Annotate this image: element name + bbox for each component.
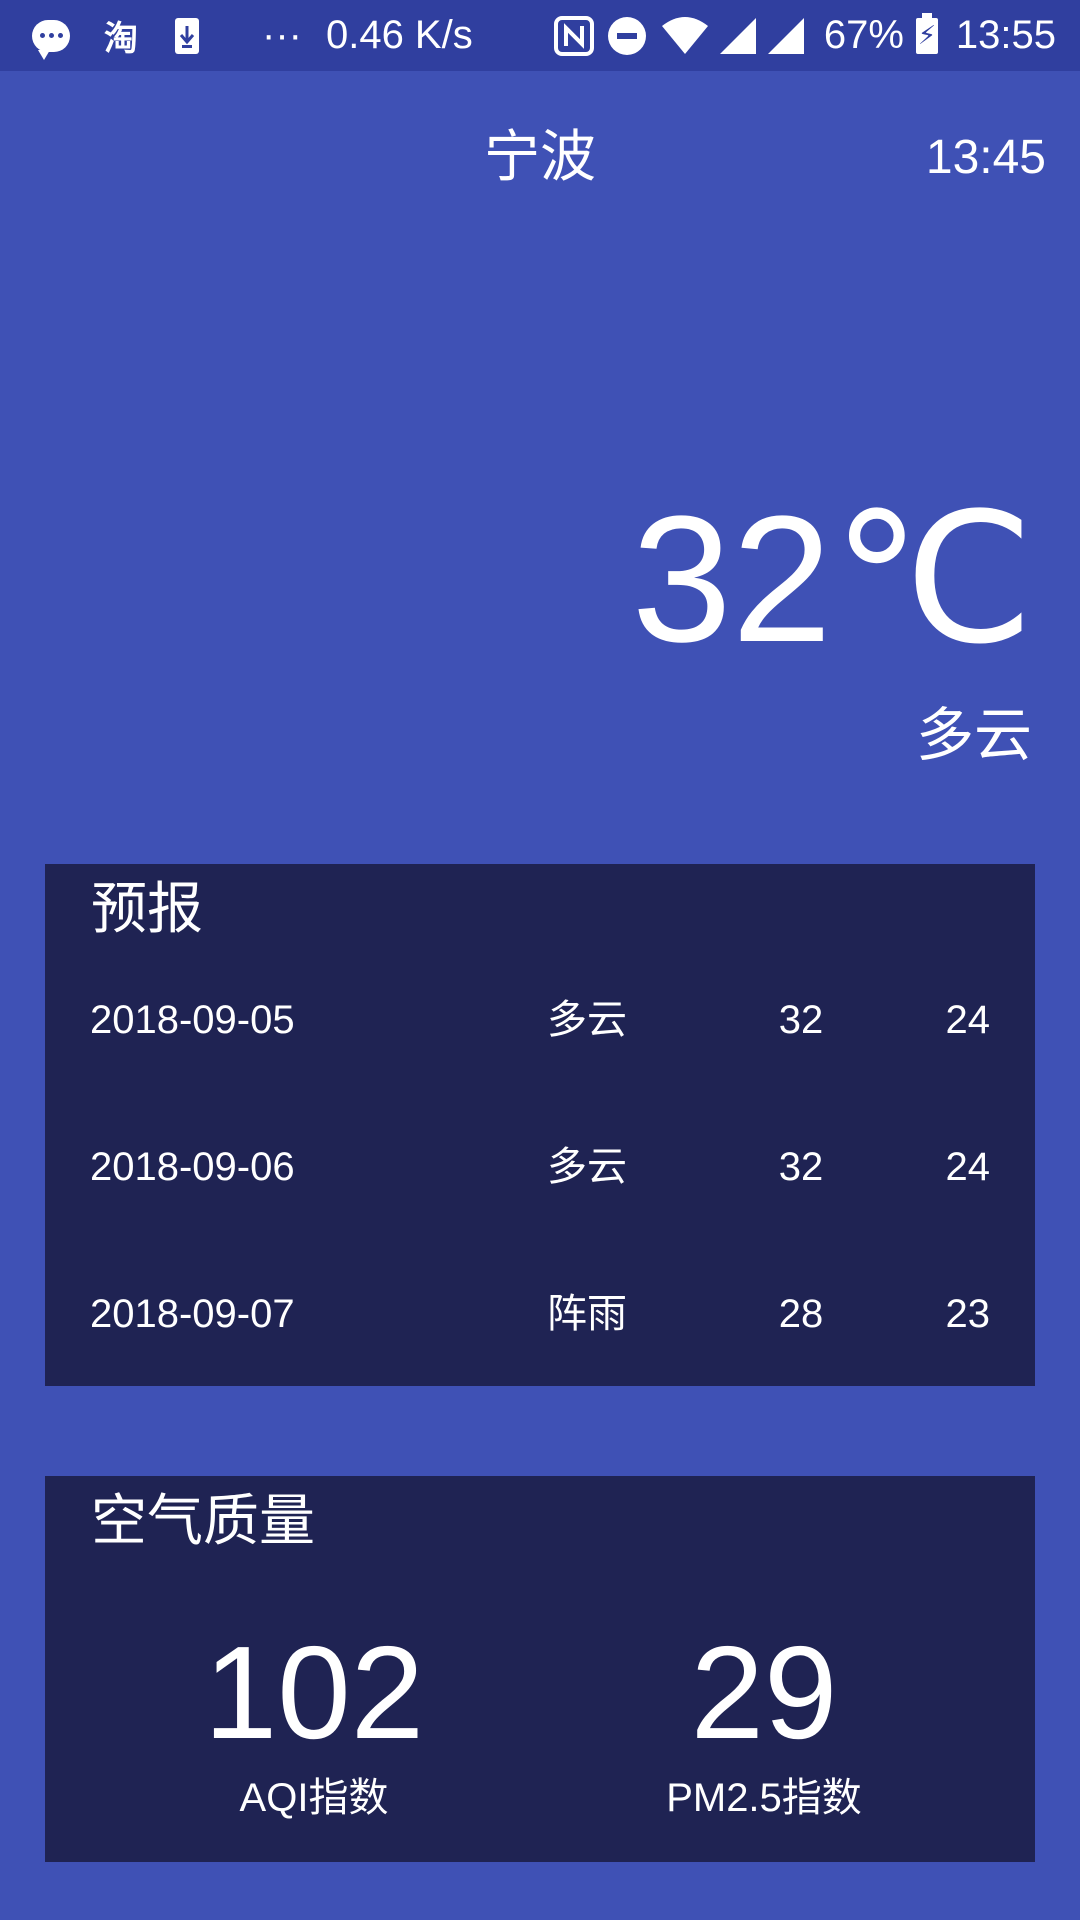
forecast-row: 2018-09-06 多云 32 24 (45, 1127, 1035, 1207)
signal-icon (718, 0, 758, 71)
battery-percent: 67% (823, 13, 904, 57)
current-temperature: 32℃ (631, 479, 1034, 680)
aqi-value: 102 (203, 1619, 425, 1766)
forecast-condition: 多云 (547, 1144, 627, 1190)
forecast-row: 2018-09-07 阵雨 28 23 (45, 1274, 1035, 1354)
status-bar: 淘 ··· 0.46 K/s 67% ⚡ 13:55 (0, 0, 1080, 71)
forecast-min-temp: 24 (945, 998, 991, 1042)
more-notifications-icon: ··· (262, 13, 302, 57)
battery-charging-icon: ⚡ (915, 0, 938, 71)
do-not-disturb-icon (607, 0, 646, 71)
forecast-date: 2018-09-05 (90, 998, 295, 1042)
wifi-icon (660, 0, 710, 71)
status-bar-left: 淘 ··· 0.46 K/s (32, 0, 473, 71)
update-time: 13:45 (925, 131, 1046, 184)
forecast-condition: 阵雨 (547, 1291, 627, 1337)
forecast-title: 预报 (91, 877, 203, 942)
nfc-icon (553, 0, 594, 71)
signal-icon-2 (766, 0, 806, 71)
city-title: 宁波 (484, 125, 596, 190)
forecast-min-temp: 23 (945, 1292, 991, 1336)
status-clock: 13:55 (955, 13, 1056, 57)
forecast-max-temp: 32 (778, 1145, 824, 1189)
forecast-row: 2018-09-05 多云 32 24 (45, 980, 1035, 1060)
forecast-max-temp: 28 (778, 1292, 824, 1336)
download-icon (174, 0, 200, 71)
current-condition: 多云 (915, 701, 1032, 769)
forecast-date: 2018-09-06 (90, 1145, 295, 1189)
taobao-icon: 淘 (104, 19, 138, 59)
pm25-block: 29 PM2.5指数 (564, 1618, 964, 1828)
pm25-value: 29 (690, 1619, 838, 1766)
forecast-condition: 多云 (547, 997, 627, 1043)
forecast-card: 预报 2018-09-05 多云 32 24 2018-09-06 多云 32 … (45, 864, 1035, 1386)
air-quality-title: 空气质量 (91, 1489, 315, 1554)
pm25-label: PM2.5指数 (666, 1776, 862, 1820)
aqi-label: AQI指数 (239, 1776, 389, 1820)
air-quality-card: 空气质量 102 AQI指数 29 PM2.5指数 (45, 1476, 1035, 1862)
forecast-min-temp: 24 (945, 1145, 991, 1189)
forecast-date: 2018-09-07 (90, 1292, 295, 1336)
aqi-block: 102 AQI指数 (114, 1618, 514, 1828)
network-speed: 0.46 K/s (325, 13, 473, 57)
message-icon (32, 0, 70, 71)
forecast-max-temp: 32 (778, 998, 824, 1042)
status-bar-right: 67% ⚡ 13:55 (553, 0, 1056, 71)
